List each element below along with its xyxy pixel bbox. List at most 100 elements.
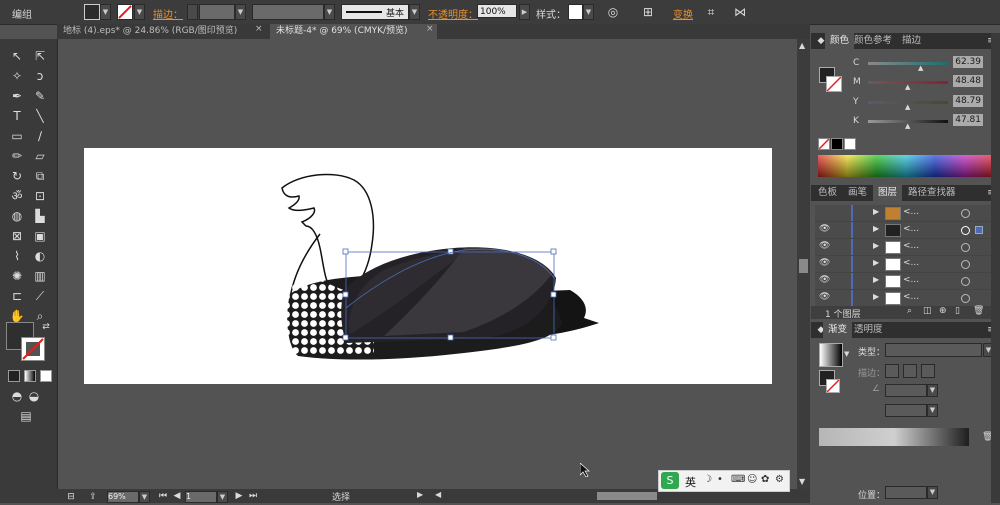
graph-tool-icon[interactable]: ▥	[32, 268, 48, 284]
eyedropper-icon[interactable]: ⌇	[9, 248, 25, 264]
tab-document-2[interactable]: 未标题-4* @ 69% (CMYK/预览)	[270, 24, 437, 39]
tab-swatches[interactable]: 色板	[813, 185, 842, 201]
stroke-weight-dropdown[interactable]: ▼	[235, 4, 246, 20]
eraser-icon[interactable]: ▱	[32, 148, 48, 164]
warp-icon[interactable]: ॐ	[9, 188, 25, 204]
draw-behind-icon[interactable]: ◒	[26, 388, 42, 404]
collapsed-panel-strip[interactable]	[991, 33, 1000, 503]
stroke-swatch[interactable]	[117, 4, 133, 20]
none-color-icon[interactable]	[818, 138, 830, 150]
zoom-input[interactable]: 69%	[107, 491, 139, 503]
target-circle-icon[interactable]	[961, 209, 970, 218]
color-mode-icon[interactable]	[8, 370, 20, 382]
tab-brushes[interactable]: 画笔	[843, 185, 872, 201]
tab-pathfinder[interactable]: 路径查找器	[903, 185, 961, 201]
pencil-icon[interactable]: ✏	[9, 148, 25, 164]
visibility-eye-icon[interactable]: 👁	[819, 292, 831, 302]
screen-mode-icon[interactable]: ▤	[18, 408, 34, 424]
symbol-sprayer-icon[interactable]: ✺	[9, 268, 25, 284]
new-layer-icon[interactable]: ▯	[955, 306, 960, 316]
color-stroke-box[interactable]	[826, 76, 842, 92]
stroke-weight-input[interactable]	[199, 4, 235, 20]
target-circle-icon[interactable]	[961, 260, 970, 269]
layer-row[interactable]: 👁 ▶ <...	[815, 222, 995, 239]
layer-name[interactable]: <...	[903, 241, 919, 251]
stroke-dropdown[interactable]: ▼	[134, 4, 145, 20]
scroll-thumb[interactable]	[799, 259, 808, 273]
page-dropdown[interactable]: ▼	[217, 491, 228, 503]
gradient-stroke-option-3[interactable]	[921, 364, 935, 378]
fill-swatch[interactable]	[84, 4, 100, 20]
layer-row[interactable]: 👁 ▶ <...	[815, 239, 995, 256]
tab-color-guide[interactable]: 颜色参考	[849, 33, 897, 49]
stroke-weight-stepper[interactable]	[187, 4, 198, 20]
ime-moon-icon[interactable]: ☽	[703, 474, 712, 485]
layer-row[interactable]: 👁 ▶ <...	[815, 273, 995, 290]
delete-layer-icon[interactable]: 🗑	[973, 306, 984, 316]
gradient-position-input[interactable]	[885, 486, 927, 499]
fill-dropdown[interactable]: ▼	[100, 4, 111, 20]
layer-name[interactable]: <...	[903, 207, 919, 217]
layer-name[interactable]: <...	[903, 258, 919, 268]
slider-marker-icon[interactable]: ▲	[905, 103, 910, 111]
brush-dropdown[interactable]: ▼	[409, 4, 420, 20]
expand-arrow-icon[interactable]: ▶	[873, 241, 879, 250]
slider-marker-icon[interactable]: ▲	[905, 83, 910, 91]
gradient-position-dropdown[interactable]: ▼	[927, 486, 938, 499]
ime-skin-icon[interactable]: ✿	[761, 474, 769, 485]
ime-lang-label[interactable]: 英	[685, 474, 696, 490]
gradient-aspect-dropdown[interactable]: ▼	[927, 404, 938, 417]
direct-selection-tool-icon[interactable]: ⇱	[32, 48, 48, 64]
stroke-label[interactable]: 描边：	[153, 6, 183, 21]
expand-arrow-icon[interactable]: ▶	[873, 292, 879, 301]
ime-user-icon[interactable]: ☺	[747, 474, 757, 485]
hscroll-thumb[interactable]	[597, 492, 657, 500]
rectangle-tool-icon[interactable]: ▭	[9, 128, 25, 144]
lasso-icon[interactable]: ↄ	[32, 68, 48, 84]
tab-transparency[interactable]: 透明度	[849, 322, 888, 338]
layer-name[interactable]: <...	[903, 224, 919, 234]
prev-page-icon[interactable]: ◀	[169, 488, 185, 504]
tab-stroke[interactable]: 描边	[897, 33, 926, 49]
tab-document-1[interactable]: 地标 (4).eps* @ 24.86% (RGB/图印预览)	[57, 24, 270, 39]
curvature-tool-icon[interactable]: ✎	[32, 88, 48, 104]
scroll-down-icon[interactable]: ▼	[799, 477, 805, 486]
expand-arrow-icon[interactable]: ▶	[873, 275, 879, 284]
close-icon[interactable]: ×	[255, 24, 263, 34]
isolate-icon[interactable]: ⌗	[703, 4, 719, 20]
gradient-angle-dropdown[interactable]: ▼	[927, 384, 938, 397]
ime-logo-icon[interactable]: S	[661, 472, 679, 489]
channel-y-value[interactable]: 48.79	[953, 95, 983, 107]
channel-c-value[interactable]: 62.39	[953, 56, 983, 68]
artboard-tool-icon[interactable]: ⊏	[9, 288, 25, 304]
more-options-icon[interactable]: ⋈	[732, 4, 748, 20]
selection-tool-icon[interactable]: ↖	[9, 48, 25, 64]
color-spectrum[interactable]	[818, 155, 994, 177]
gradient-preview[interactable]	[819, 343, 843, 367]
target-circle-icon[interactable]	[961, 226, 970, 235]
perspective-grid-icon[interactable]: ▙	[32, 208, 48, 224]
opacity-dropdown[interactable]: ▶	[519, 4, 530, 20]
status-arrow-icon[interactable]: ▶	[417, 490, 423, 499]
variable-width-select[interactable]	[252, 4, 324, 20]
close-icon[interactable]: ×	[426, 24, 434, 34]
channel-c-slider[interactable]	[868, 62, 948, 65]
variable-width-dropdown[interactable]: ▼	[324, 4, 335, 20]
white-swatch[interactable]	[844, 138, 856, 150]
layer-row[interactable]: 👁 ▶ <...	[815, 290, 995, 307]
recolor-icon[interactable]: ◎	[605, 4, 621, 20]
align-icon[interactable]: ⊞	[640, 4, 656, 20]
expand-arrow-icon[interactable]: ▶	[873, 258, 879, 267]
target-circle-icon[interactable]	[961, 294, 970, 303]
transform-label[interactable]: 变换	[673, 6, 693, 21]
gradient-slider-bar[interactable]	[819, 428, 969, 446]
visibility-eye-icon[interactable]: 👁	[819, 241, 831, 251]
layer-row[interactable]: ▶ <...	[815, 205, 995, 222]
visibility-eye-icon[interactable]: 👁	[819, 275, 831, 285]
new-sublayer-icon[interactable]: ⊕	[939, 306, 947, 316]
ime-keyboard-icon[interactable]: ⌨	[731, 474, 745, 485]
slider-marker-icon[interactable]: ▲	[918, 64, 923, 72]
visibility-eye-icon[interactable]: 👁	[819, 224, 831, 234]
gradient-stroke-option-1[interactable]	[885, 364, 899, 378]
hscroll-left-icon[interactable]: ◀	[435, 490, 441, 499]
